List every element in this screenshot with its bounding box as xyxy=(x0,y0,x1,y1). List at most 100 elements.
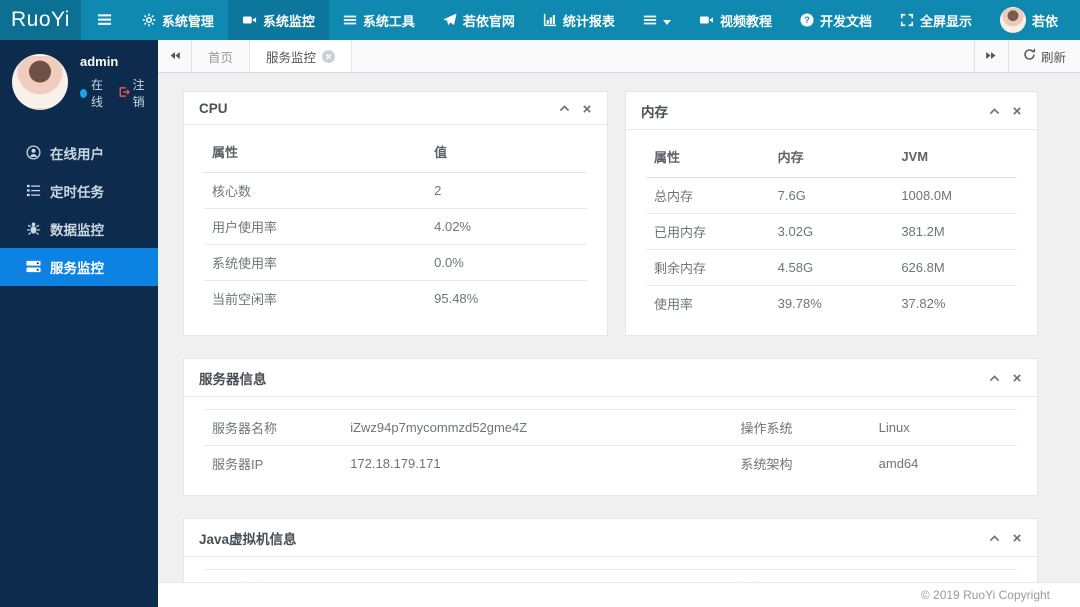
sidebar-item-data-monitor[interactable]: 数据监控 xyxy=(0,210,158,248)
panel-title: Java虚拟机信息 xyxy=(199,532,297,547)
sidebar-item-label: 数据监控 xyxy=(50,223,104,238)
top-right-menu: 视频教程 ? 开发文档 全屏显示 若依 xyxy=(685,0,1072,40)
jvm-info-panel: Java虚拟机信息 Java名称Java HotSpot(TM) 64-Bit … xyxy=(183,518,1038,582)
server-icon xyxy=(26,259,41,275)
double-right-icon xyxy=(985,49,997,64)
collapse-icon[interactable] xyxy=(989,106,1000,117)
user-name: admin xyxy=(80,54,119,69)
bars-icon xyxy=(643,13,657,28)
bug-icon xyxy=(26,221,41,237)
nav-system-tools[interactable]: 系统工具 xyxy=(329,0,429,40)
nav-ruoyi-site[interactable]: 若依官网 xyxy=(429,0,529,40)
nav-label: 开发文档 xyxy=(819,13,872,29)
cpu-panel: CPU 属性 值 核心数 2 用户使用率 4.02% 系统使用率 0.0% 当前… xyxy=(183,91,608,336)
table-row: Java名称Java HotSpot(TM) 64-Bit Server VMJ… xyxy=(204,569,1017,582)
tabs-scroll-right-button[interactable] xyxy=(973,40,1008,72)
sidebar-item-label: 定时任务 xyxy=(50,185,104,200)
nav-dev-docs[interactable]: ? 开发文档 xyxy=(786,0,886,40)
avatar[interactable] xyxy=(12,54,68,110)
sidebar-item-scheduled-tasks[interactable]: 定时任务 xyxy=(0,172,158,210)
logout-link[interactable]: 注销 xyxy=(118,76,148,110)
tab-close-icon[interactable] xyxy=(322,49,336,63)
column-header: 属性 xyxy=(646,136,770,178)
close-icon[interactable] xyxy=(1012,106,1022,116)
paper-plane-icon xyxy=(443,12,457,28)
video-icon xyxy=(699,13,714,28)
table-row: 总内存 7.6G 1008.0M xyxy=(646,177,1017,214)
nav-label: 系统工具 xyxy=(362,13,415,29)
caret-down-icon xyxy=(662,13,671,28)
column-header: 属性 xyxy=(204,131,427,173)
nav-system-monitor[interactable]: 系统监控 xyxy=(227,0,329,40)
online-status-link[interactable]: 在线 xyxy=(91,76,110,110)
tab-home[interactable]: 首页 xyxy=(192,40,251,72)
sidebar-user-panel: admin 在线 注销 xyxy=(0,40,158,126)
nav-fullscreen[interactable]: 全屏显示 xyxy=(886,0,986,40)
table-row: 当前空闲率 95.48% xyxy=(212,291,479,307)
user-menu-button[interactable]: 若依 xyxy=(986,0,1072,40)
panel-title: 服务器信息 xyxy=(199,372,267,387)
bars-icon xyxy=(343,13,357,28)
topbar: RuoYi 系统管理 系统监控 系统工具 若依官网 统计报表 视频教程 ? 开发… xyxy=(0,0,1080,40)
tabs-scroll-left-button[interactable] xyxy=(158,40,192,72)
close-icon[interactable] xyxy=(1012,373,1022,383)
memory-table: 属性 内存 JVM 总内存 7.6G 1008.0M 已用内存 3.02G 381.2M… xyxy=(646,136,1017,321)
nav-video-tutorial[interactable]: 视频教程 xyxy=(685,0,786,40)
collapse-icon[interactable] xyxy=(989,373,1000,384)
main-content: CPU 属性 值 核心数 2 用户使用率 4.02% 系统使用率 0.0% 当前… xyxy=(158,74,1080,582)
panel-title: 内存 xyxy=(641,105,668,120)
svg-text:?: ? xyxy=(804,15,810,25)
sidebar: admin 在线 注销 在线用户 定时任务 数据监控 服务监控 xyxy=(0,40,158,607)
table-row: 核心数 2 xyxy=(204,172,587,209)
gear-icon xyxy=(142,13,156,28)
hamburger-icon xyxy=(97,12,112,28)
nav-system-admin[interactable]: 系统管理 xyxy=(128,0,228,40)
table-row: 使用率 39.78% 37.82% xyxy=(654,296,946,312)
user-avatar xyxy=(999,7,1026,33)
sidebar-toggle-button[interactable] xyxy=(81,0,128,40)
top-menu: 系统管理 系统监控 系统工具 若依官网 统计报表 xyxy=(81,0,685,40)
column-header: 值 xyxy=(426,131,587,173)
nav-label: 系统监控 xyxy=(262,13,315,29)
tabbar-spacer xyxy=(352,40,974,72)
memory-panel-header: 内存 xyxy=(626,92,1037,130)
nav-label: 全屏显示 xyxy=(919,13,972,29)
sidebar-menu: 在线用户 定时任务 数据监控 服务监控 xyxy=(0,134,158,286)
memory-panel: 内存 属性 内存 JVM 总内存 7.6G 1008.0M 已用内存 3.02G… xyxy=(625,91,1038,336)
nav-label: 若依官网 xyxy=(462,13,515,29)
tabbar: 首页 服务监控 刷新 xyxy=(158,40,1080,73)
server-info-panel-header: 服务器信息 xyxy=(184,359,1037,397)
sidebar-item-label: 在线用户 xyxy=(50,147,104,162)
collapse-icon[interactable] xyxy=(559,103,570,114)
nav-label: 视频教程 xyxy=(719,13,772,29)
user-circle-icon xyxy=(26,145,41,161)
tab-label: 服务监控 xyxy=(266,50,317,65)
server-info-panel: 服务器信息 服务器名称 iZwz94p7mycommzd52gme4Z 操作系统 Li… xyxy=(183,358,1038,496)
nav-report[interactable]: 统计报表 xyxy=(529,0,629,40)
server-info-table: 服务器名称 iZwz94p7mycommzd52gme4Z 操作系统 Linux 服务… xyxy=(204,409,1017,481)
layout-dropdown-button[interactable] xyxy=(629,0,685,40)
column-header: JVM xyxy=(893,136,1017,178)
sidebar-item-online-users[interactable]: 在线用户 xyxy=(0,134,158,172)
refresh-tab-button[interactable]: 刷新 xyxy=(1007,40,1080,72)
table-row: 系统使用率 0.0% xyxy=(204,244,587,281)
collapse-icon[interactable] xyxy=(989,533,1000,544)
bar-chart-icon xyxy=(543,13,557,28)
tasks-icon xyxy=(26,183,41,199)
nav-label: 统计报表 xyxy=(562,13,615,29)
sidebar-item-server-monitor[interactable]: 服务监控 xyxy=(0,248,158,286)
video-icon xyxy=(242,13,257,28)
close-icon[interactable] xyxy=(1012,533,1022,543)
sign-out-icon xyxy=(118,86,130,101)
refresh-icon xyxy=(1023,48,1036,64)
close-icon[interactable] xyxy=(582,104,592,114)
footer: © 2019 RuoYi Copyright xyxy=(158,582,1080,607)
tab-server-monitor[interactable]: 服务监控 xyxy=(250,40,353,72)
double-left-icon xyxy=(169,49,181,64)
brand-logo[interactable]: RuoYi xyxy=(0,0,81,40)
cpu-table: 属性 值 核心数 2 用户使用率 4.02% 系统使用率 0.0% 当前空闲率 95.4… xyxy=(204,131,587,316)
expand-icon xyxy=(900,13,914,28)
table-row: 用户使用率 4.02% xyxy=(204,208,587,245)
column-header: 内存 xyxy=(769,136,894,178)
online-dot-icon xyxy=(80,88,87,98)
